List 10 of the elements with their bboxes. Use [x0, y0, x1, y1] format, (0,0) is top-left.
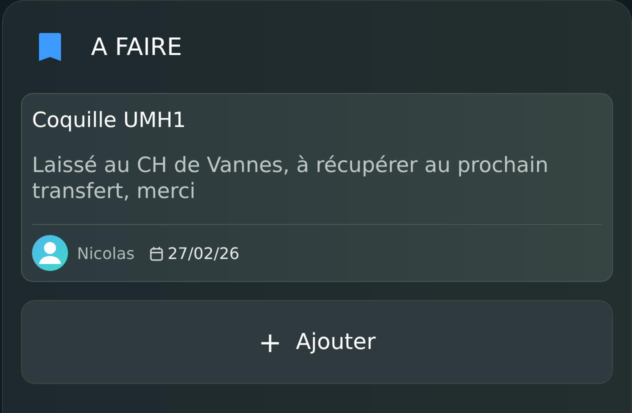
column-title: A FAIRE: [91, 33, 182, 61]
due-date: 27/02/26: [168, 244, 240, 262]
calendar-icon: [148, 246, 164, 260]
author-name: Nicolas: [77, 244, 135, 262]
card-title: Coquille UMH1: [32, 108, 187, 132]
avatar-icon: [32, 235, 68, 271]
task-card[interactable]: Coquille UMH1 Laissé au CH de Vannes, à récupérer au prochain transfert, merci Nicolas 27/02/26: [21, 93, 613, 282]
card-description: Laissé au CH de Vannes, à récupérer au prochain transfert, merci: [32, 152, 550, 204]
bookmark-icon: [39, 33, 61, 61]
add-button[interactable]: + Ajouter: [21, 300, 613, 384]
